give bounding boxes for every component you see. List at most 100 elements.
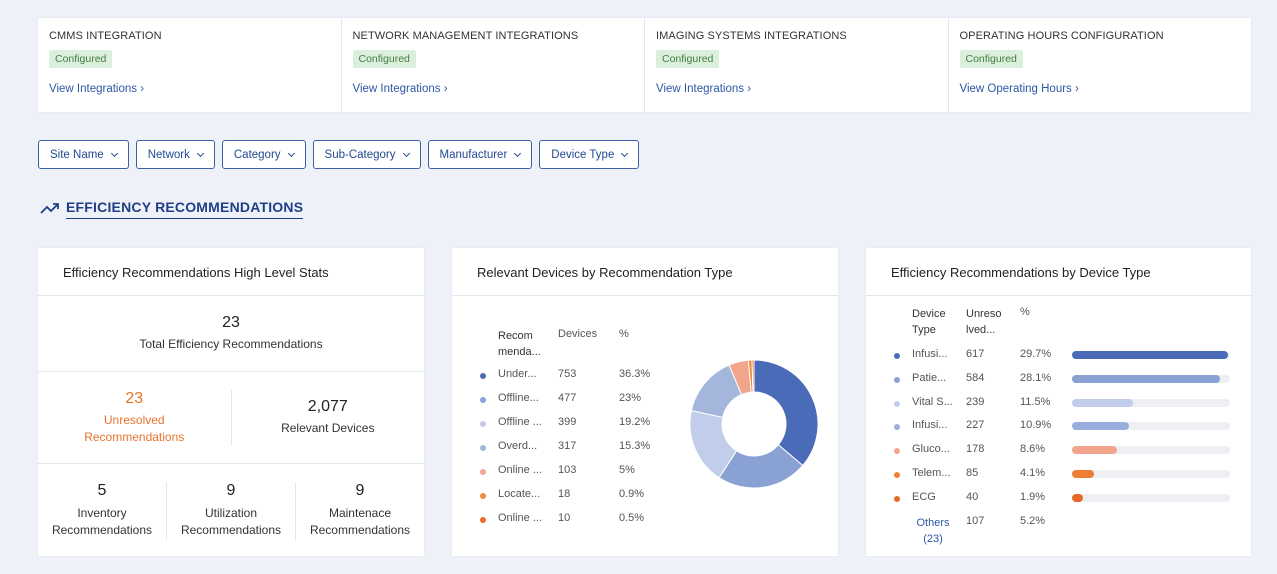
inventory-label: Inventory bbox=[77, 506, 127, 520]
others-percent: 5.2% bbox=[1020, 515, 1046, 527]
legend-dot bbox=[480, 469, 486, 475]
device-percent-value: 29.7% bbox=[1020, 348, 1052, 360]
device-type-label: Infusi... bbox=[912, 348, 948, 360]
status-badge: Configured bbox=[959, 50, 1023, 68]
legend-dot bbox=[480, 517, 486, 523]
chevron-down-icon bbox=[110, 149, 118, 157]
stats-card: Efficiency Recommendations High Level St… bbox=[38, 248, 424, 556]
status-badge: Configured bbox=[352, 50, 416, 68]
device-type-label: Infusi... bbox=[912, 419, 948, 432]
legend-dot bbox=[894, 472, 900, 478]
status-badge: Configured bbox=[656, 50, 720, 68]
column-header: lved... bbox=[966, 324, 996, 336]
filter-bar: Site Name Network Category Sub-Category … bbox=[38, 140, 640, 169]
progress-bar bbox=[1072, 446, 1230, 455]
card-title: Relevant Devices by Recommendation Type bbox=[452, 248, 838, 296]
rec-devices-value: 10 bbox=[558, 512, 571, 524]
device-unresolved-value: 40 bbox=[966, 490, 979, 503]
recommendation-type-card: Relevant Devices by Recommendation Type … bbox=[452, 248, 838, 556]
filter-label: Site Name bbox=[50, 148, 104, 161]
rec-type-label: Under... bbox=[498, 368, 537, 380]
legend-dot bbox=[894, 353, 900, 359]
rec-type-label: Offline... bbox=[498, 392, 539, 404]
progress-bar bbox=[1072, 374, 1230, 383]
donut-slice[interactable] bbox=[753, 359, 819, 467]
rec-type-label: Locate... bbox=[498, 488, 541, 500]
filter-label: Sub-Category bbox=[324, 148, 396, 161]
device-percent-value: 1.9% bbox=[1020, 490, 1046, 503]
progress-bar-fill bbox=[1072, 493, 1084, 502]
legend-dot bbox=[480, 397, 486, 403]
unresolved-stat[interactable]: 23 Unresolved Recommendations bbox=[38, 390, 231, 446]
filter-manufacturer[interactable]: Manufacturer bbox=[427, 140, 533, 169]
rec-type-label: Offline ... bbox=[498, 416, 542, 428]
total-recommendations: 23 Total Efficiency Recommendations bbox=[38, 296, 424, 372]
view-integrations-link[interactable]: View Integrations › bbox=[49, 83, 144, 95]
rec-percent-value: 15.3% bbox=[619, 440, 651, 452]
legend-dot bbox=[894, 400, 900, 407]
column-header: Device Type bbox=[912, 306, 946, 338]
filter-label: Category bbox=[233, 148, 281, 161]
filter-site-name[interactable]: Site Name bbox=[38, 140, 129, 169]
column-header: Unreso bbox=[966, 308, 1002, 320]
legend-dot bbox=[480, 373, 486, 379]
rec-devices-value: 317 bbox=[558, 440, 577, 452]
card-title: Efficiency Recommendations High Level St… bbox=[38, 248, 424, 296]
rec-table-header: Recom menda... bbox=[498, 328, 541, 360]
device-unresolved-value: 239 bbox=[966, 395, 985, 408]
chevron-down-icon bbox=[196, 149, 204, 157]
inventory-stat: 5 Inventory Recommendations bbox=[38, 482, 167, 540]
view-integrations-link[interactable]: View Integrations › bbox=[656, 83, 751, 95]
legend-dot bbox=[894, 424, 900, 431]
rec-type-label: Overd... bbox=[498, 440, 538, 452]
integration-imaging: IMAGING SYSTEMS INTEGRATIONS Configured … bbox=[645, 18, 949, 112]
rec-percent-value: 5% bbox=[619, 464, 635, 476]
unresolved-label: Unresolved bbox=[103, 412, 165, 427]
rec-devices-value: 477 bbox=[558, 392, 577, 404]
column-header: Device bbox=[912, 308, 946, 320]
others-unresolved: 107 bbox=[966, 515, 985, 527]
rec-percent-value: 0.9% bbox=[619, 488, 645, 500]
device-unresolved-value: 584 bbox=[966, 371, 985, 384]
section-heading: EFFICIENCY RECOMMENDATIONS bbox=[40, 199, 304, 219]
device-percent-value: 28.1% bbox=[1020, 371, 1052, 384]
column-header: menda... bbox=[498, 346, 541, 358]
legend-dot bbox=[480, 493, 486, 499]
chevron-down-icon bbox=[287, 149, 295, 157]
integration-title: OPERATING HOURS CONFIGURATION bbox=[959, 30, 1164, 42]
device-percent-value: 4.1% bbox=[1020, 467, 1046, 479]
maintenance-label: Recommendations bbox=[309, 523, 411, 537]
rec-devices-value: 753 bbox=[558, 368, 577, 380]
column-header: Devices bbox=[558, 328, 598, 340]
integration-title: CMMS INTEGRATION bbox=[49, 30, 162, 42]
legend-dot bbox=[480, 445, 486, 451]
device-percent-value: 11.5% bbox=[1020, 395, 1051, 408]
filter-sub-category[interactable]: Sub-Category bbox=[312, 140, 421, 169]
total-label: Total Efficiency Recommendations bbox=[139, 337, 323, 351]
integration-network: NETWORK MANAGEMENT INTEGRATIONS Configur… bbox=[342, 18, 645, 112]
chevron-down-icon bbox=[514, 149, 522, 157]
column-header: % bbox=[1020, 306, 1030, 318]
section-title[interactable]: EFFICIENCY RECOMMENDATIONS bbox=[66, 199, 304, 219]
filter-label: Device Type bbox=[551, 148, 615, 161]
device-unresolved-value: 85 bbox=[966, 467, 979, 479]
integration-operating-hours: OPERATING HOURS CONFIGURATION Configured… bbox=[949, 18, 1252, 112]
filter-network[interactable]: Network bbox=[135, 140, 215, 169]
rec-type-label: Online ... bbox=[498, 512, 543, 524]
utilization-label: Utilization bbox=[204, 506, 258, 520]
filter-category[interactable]: Category bbox=[221, 140, 306, 169]
rec-percent-value: 19.2% bbox=[619, 416, 651, 428]
status-badge: Configured bbox=[49, 50, 113, 68]
filter-device-type[interactable]: Device Type bbox=[539, 140, 640, 169]
device-type-label: Vital S... bbox=[912, 395, 953, 408]
device-type-label: Gluco... bbox=[912, 443, 950, 456]
devices-value: 2,077 bbox=[307, 398, 348, 415]
column-header: Type bbox=[912, 324, 936, 336]
others-link[interactable]: Others (23) bbox=[913, 515, 953, 547]
view-operating-hours-link[interactable]: View Operating Hours › bbox=[960, 83, 1079, 95]
device-unresolved-value: 617 bbox=[966, 348, 985, 360]
view-integrations-link[interactable]: View Integrations › bbox=[353, 83, 448, 95]
legend-dot bbox=[894, 376, 900, 383]
progress-bar-fill bbox=[1072, 374, 1220, 383]
integration-title: NETWORK MANAGEMENT INTEGRATIONS bbox=[352, 30, 579, 42]
